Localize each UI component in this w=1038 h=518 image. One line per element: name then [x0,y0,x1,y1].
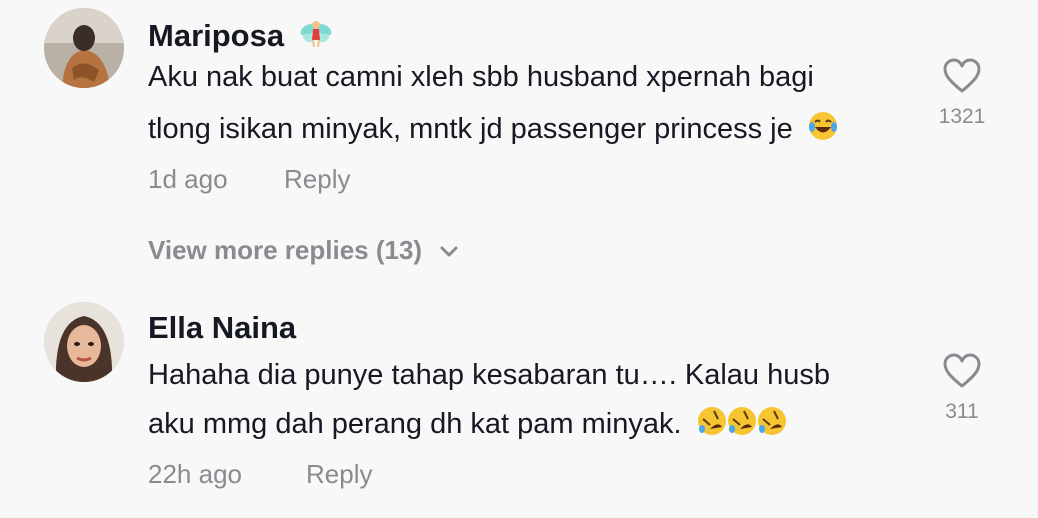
comment-text-line: aku mmg dah perang dh kat pam minyak. [148,405,792,443]
like-count: 311 [945,400,979,423]
comment-timestamp: 1d ago [148,164,228,194]
like-count: 1321 [938,105,986,128]
rolling-laughing-emoji-icon [696,405,792,443]
avatar[interactable] [44,8,124,88]
comment-text-line: tlong isikan minyak, mntk jd passenger p… [148,110,839,148]
username[interactable]: Ella Naina [148,312,296,343]
heart-outline-icon[interactable] [943,353,981,389]
fairy-emoji-icon [299,16,333,55]
avatar-photo-icon [44,8,124,88]
chevron-down-icon [440,246,458,257]
comment-text-line: Hahaha dia punye tahap kesabaran tu…. Ka… [148,359,830,391]
like-button[interactable]: 311 [927,353,997,422]
comment-timestamp: 22h ago [148,459,242,489]
comment-text-line: Aku nak buat camni xleh sbb husband xper… [148,61,814,93]
avatar[interactable] [44,302,124,382]
avatar-photo-icon [44,302,124,382]
reply-button[interactable]: Reply [306,461,372,487]
heart-outline-icon[interactable] [943,58,981,94]
reply-button[interactable]: Reply [284,166,350,192]
like-button[interactable]: 1321 [927,58,997,127]
username[interactable]: Mariposa [148,16,333,55]
view-more-replies-button[interactable]: View more replies (13) [148,237,459,263]
laughing-tears-emoji-icon [807,110,839,148]
